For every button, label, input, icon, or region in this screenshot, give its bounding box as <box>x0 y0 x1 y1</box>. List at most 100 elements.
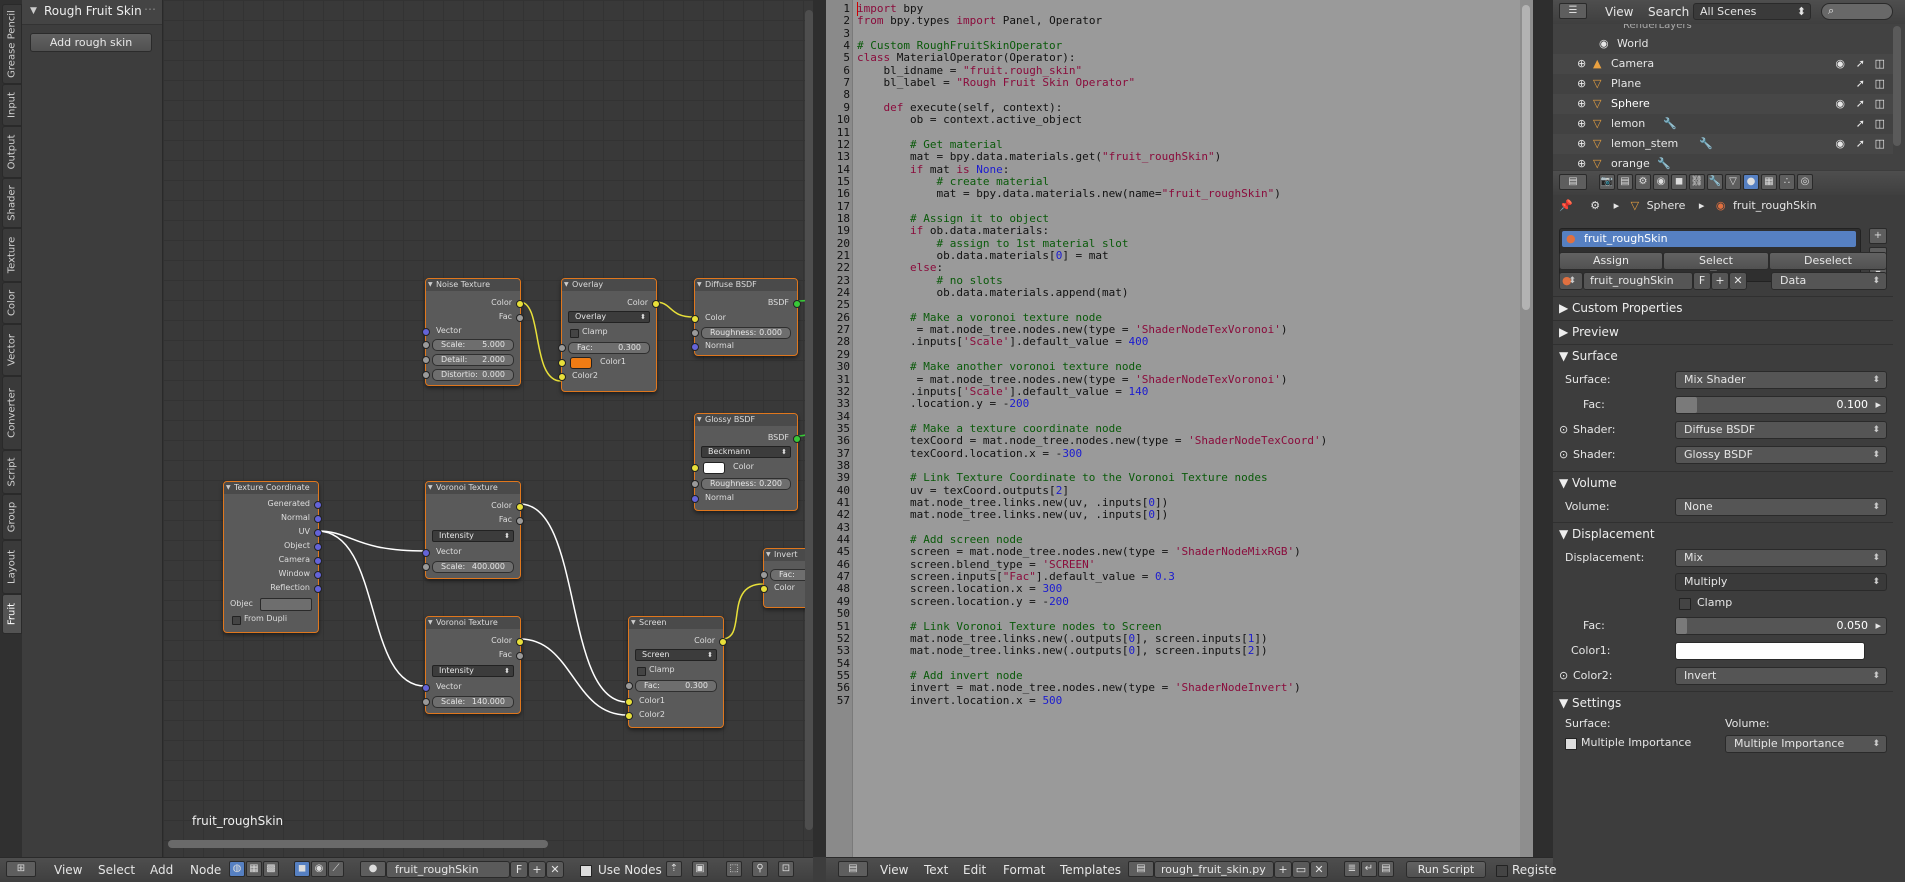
code-line[interactable]: mat.node_tree.links.new(uv, .inputs[0]) <box>857 496 1168 509</box>
tool-tab-vector[interactable]: Vector <box>2 324 22 376</box>
editor-type-icon[interactable]: ▤ <box>838 861 868 877</box>
node-menu-node[interactable]: Node <box>190 863 221 877</box>
generated-socket[interactable] <box>314 501 322 509</box>
unlink-material-icon[interactable]: ✕ <box>1729 272 1747 290</box>
fake-user-button[interactable]: F <box>1693 272 1711 290</box>
panel-header[interactable]: ▼ Rough Fruit Skin ⋯ <box>22 0 162 25</box>
code-line[interactable]: # no slots <box>857 274 1002 287</box>
bsdf-output-socket[interactable] <box>793 435 801 443</box>
reflection-socket[interactable] <box>314 585 322 593</box>
outliner-tree[interactable]: RenderLayers ◉ World ⊕ ▲ Camera ◉ ➚ ◫ ⊕ ▽ Plane ➚… <box>1553 24 1905 170</box>
new-material-icon[interactable]: + <box>528 861 546 878</box>
code-line[interactable]: # Make a voronoi texture node <box>857 311 1102 324</box>
render-icon[interactable]: ⬚ <box>726 861 742 877</box>
fac-socket[interactable] <box>558 344 566 352</box>
color1-socket[interactable] <box>625 698 633 706</box>
tool-tab-texture[interactable]: Texture <box>2 228 22 282</box>
text-menu-edit[interactable]: Edit <box>963 863 986 877</box>
outliner-menu-view[interactable]: View <box>1605 5 1633 19</box>
eye-icon[interactable]: ◉ <box>1835 54 1845 74</box>
node-menu-add[interactable]: Add <box>150 863 173 877</box>
code-line[interactable]: .inputs['Scale'].default_value = 400 <box>857 335 1148 348</box>
shader-nodes-icon[interactable]: ◍ <box>229 861 245 877</box>
world-shader-icon[interactable]: ◉ <box>311 861 327 877</box>
outliner-item-plane[interactable]: ⊕ ▽ Plane ➚ ◫ <box>1553 74 1893 94</box>
object-tab-icon[interactable]: ◼ <box>1671 174 1687 190</box>
world-tab-icon[interactable]: ◉ <box>1653 174 1669 190</box>
roughness-socket[interactable] <box>691 329 699 337</box>
code-line[interactable]: if ob.data.materials: <box>857 224 1049 237</box>
window-socket[interactable] <box>314 571 322 579</box>
render-layers-tab-icon[interactable]: ▤ <box>1617 174 1633 190</box>
code-line[interactable]: .location.y = -200 <box>857 397 1029 410</box>
link-socket-icon[interactable]: ⊙ <box>1559 669 1568 682</box>
word-wrap-icon[interactable]: ↵ <box>1361 861 1377 877</box>
code-line[interactable]: screen.location.x = 300 <box>857 582 1062 595</box>
diffuse-bsdf-node[interactable]: Diffuse BSDF BSDF Color Roughness:0.000 … <box>691 278 801 356</box>
code-line[interactable]: # Make another voronoi texture node <box>857 360 1142 373</box>
color-socket[interactable] <box>691 464 699 472</box>
outliner-item-sphere[interactable]: ⊕ ▽ Sphere ◉ ➚ ◫ <box>1553 94 1893 114</box>
multiple-importance-checkbox[interactable] <box>1565 738 1577 750</box>
editor-type-icon[interactable]: ▤ <box>1559 174 1587 190</box>
unlink-text-icon[interactable]: ✕ <box>1310 861 1328 878</box>
line-numbers-icon[interactable]: ≣ <box>1344 861 1360 877</box>
vector-input-socket[interactable] <box>422 684 430 692</box>
deselect-button[interactable]: Deselect <box>1769 252 1887 270</box>
code-line[interactable]: .inputs['Scale'].default_value = 140 <box>857 385 1148 398</box>
drag-grip-icon[interactable]: ⋯ <box>144 2 156 16</box>
code-line[interactable]: mat = bpy.data.materials.get("fruit_roug… <box>857 150 1221 163</box>
roughness-field[interactable]: Roughness: 0.200 <box>701 478 791 490</box>
code-line[interactable]: mat.node_tree.links.new(.outputs[0], scr… <box>857 644 1268 657</box>
code-line[interactable]: ob.data.materials[0] = mat <box>857 249 1108 262</box>
browse-text-icon[interactable]: ▤ <box>1128 861 1154 877</box>
camera-render-icon[interactable]: ◫ <box>1875 54 1885 74</box>
node-editor[interactable]: Noise Texture Color Fac Vector Scale:5.0… <box>163 0 813 857</box>
link-dropdown[interactable]: Data <box>1771 272 1887 290</box>
detail-socket[interactable] <box>422 356 430 364</box>
object-socket[interactable] <box>314 543 322 551</box>
coloring-dropdown[interactable]: Intensity <box>432 665 514 677</box>
code-line[interactable]: texCoord = mat.node_tree.nodes.new(type … <box>857 434 1327 447</box>
noise-texture-node[interactable]: Noise Texture Color Fac Vector Scale:5.0… <box>422 278 524 386</box>
code-line[interactable]: invert = mat.node_tree.nodes.new(type = … <box>857 681 1301 694</box>
code-line[interactable]: # create material <box>857 175 1049 188</box>
open-text-icon[interactable]: ▭ <box>1292 861 1310 878</box>
code-line[interactable]: # Get material <box>857 138 1003 151</box>
material-slot-selected[interactable]: ● fruit_roughSkin <box>1562 231 1856 247</box>
color2-socket[interactable] <box>558 373 566 381</box>
fac-output-socket[interactable] <box>516 652 524 660</box>
texture-coordinate-node[interactable]: Texture Coordinate Generated Normal UV O… <box>223 481 322 633</box>
scale-field[interactable]: Scale: 400.000 <box>432 561 514 573</box>
blend-type-dropdown[interactable]: Multiply <box>1675 573 1887 591</box>
shader2-dropdown[interactable]: Glossy BSDF <box>1675 446 1887 464</box>
code-line[interactable]: mat = bpy.data.materials.new(name="fruit… <box>857 187 1280 200</box>
camera-render-icon[interactable]: ◫ <box>1875 134 1885 154</box>
cursor-icon[interactable]: ➚ <box>1856 114 1865 134</box>
code-line[interactable]: # Add invert node <box>857 669 1023 682</box>
text-menu-view[interactable]: View <box>880 863 908 877</box>
fac-slider[interactable]: 0.100 ▸ <box>1675 396 1887 414</box>
scale-socket[interactable] <box>422 341 430 349</box>
normal-socket[interactable] <box>691 495 699 503</box>
code-line[interactable]: # Link Voronoi Texture nodes to Screen <box>857 620 1162 633</box>
camera-render-icon[interactable]: ◫ <box>1875 74 1885 94</box>
text-name-field[interactable]: rough_fruit_skin.py <box>1154 861 1274 878</box>
code-line[interactable]: mat.node_tree.links.new(.outputs[0], scr… <box>857 632 1268 645</box>
texture-tab-icon[interactable]: ▦ <box>1761 174 1777 190</box>
scale-socket[interactable] <box>422 698 430 706</box>
link-socket-icon[interactable]: ⊙ <box>1559 448 1568 461</box>
text-scrollbar[interactable] <box>1520 0 1533 857</box>
new-text-icon[interactable]: + <box>1274 861 1292 878</box>
texture-nodes-icon[interactable]: ▦ <box>246 861 262 877</box>
backdrop-icon[interactable]: ▣ <box>692 861 708 877</box>
expand-icon[interactable]: ⊕ <box>1577 74 1586 94</box>
blend-mode-dropdown[interactable]: Screen <box>635 649 717 661</box>
outliner-item-lemon[interactable]: ⊕ ▽ lemon 🔧 ➚ ◫ <box>1553 114 1893 134</box>
displacement-section[interactable]: ▼ Displacement <box>1559 524 1899 544</box>
code-line[interactable]: screen.inputs["Fac"].default_value = 0.3 <box>857 570 1175 583</box>
fac-socket[interactable] <box>625 682 633 690</box>
new-material-icon[interactable]: + <box>1711 272 1729 290</box>
expand-icon[interactable]: ⊕ <box>1577 154 1586 170</box>
link-socket-icon[interactable]: ⊙ <box>1559 423 1568 436</box>
